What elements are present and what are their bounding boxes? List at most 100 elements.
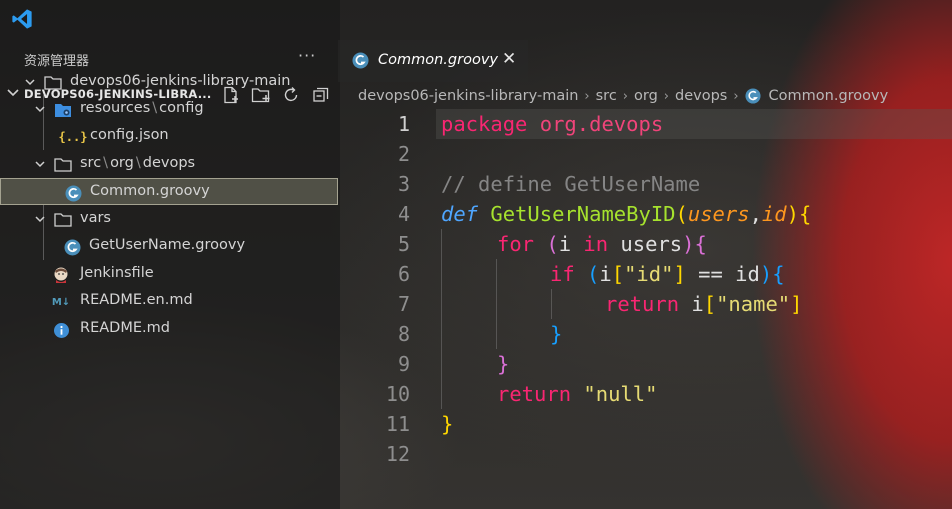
- tree-file-readme-en[interactable]: M↓ README.en.md: [0, 288, 338, 315]
- tree-label: Common.groovy: [90, 183, 210, 199]
- code-line-4: def GetUserNameByID(users,id){: [441, 199, 811, 229]
- chevron-right-icon: ›: [733, 88, 739, 104]
- tree-label: config: [159, 100, 204, 116]
- tree-label: src: [80, 155, 102, 171]
- tree-label: resources: [80, 100, 151, 116]
- line-number: 10: [385, 382, 410, 406]
- indent-guide: [496, 259, 497, 349]
- bracket: ): [759, 262, 773, 286]
- bracket: ]: [790, 292, 803, 316]
- tree-file-getusername-groovy[interactable]: GetUserName.groovy: [0, 233, 338, 260]
- tree-folder-root[interactable]: devops06-jenkins-library-main: [0, 69, 338, 96]
- line-number: 5: [397, 232, 410, 256]
- close-icon[interactable]: ✕: [502, 49, 516, 69]
- folder-icon: [54, 156, 72, 174]
- line-number: 12: [385, 442, 410, 466]
- tree-folder-src[interactable]: src \ org \ devops: [0, 151, 338, 178]
- keyword: in: [583, 232, 609, 256]
- editor-tab-common-groovy[interactable]: Common.groovy ✕: [338, 40, 528, 82]
- line-number: 8: [397, 322, 410, 346]
- breadcrumb-item[interactable]: devops06-jenkins-library-main: [358, 88, 578, 104]
- chevron-down-icon: [35, 106, 45, 113]
- line-number: 4: [397, 202, 410, 226]
- breadcrumb-item[interactable]: org: [634, 88, 658, 104]
- chevron-right-icon: ›: [622, 88, 628, 104]
- tree-label: Jenkinsfile: [80, 265, 154, 281]
- chevron-right-icon: ›: [663, 88, 669, 104]
- code-line-7: return i["name"]: [605, 289, 803, 319]
- code-line-3: // define GetUserName: [441, 169, 700, 199]
- tree-label: README.en.md: [80, 292, 193, 308]
- parameter: id: [761, 202, 787, 226]
- line-number: 1: [397, 112, 410, 136]
- line-number: 6: [397, 262, 410, 286]
- breadcrumb-item[interactable]: src: [596, 88, 617, 104]
- chevron-down-icon: [25, 79, 35, 86]
- breadcrumb: devops06-jenkins-library-main › src › or…: [358, 86, 888, 106]
- path-separator: \: [103, 155, 109, 171]
- string: "id": [624, 262, 674, 286]
- more-actions-icon[interactable]: ···: [298, 46, 316, 65]
- explorer-title: 资源管理器: [24, 54, 90, 69]
- code-line-6: if (i["id"] == id){: [550, 259, 785, 289]
- parameter: users: [687, 202, 750, 226]
- keyword: if: [550, 262, 575, 286]
- bracket: [: [703, 292, 717, 316]
- string: "name": [716, 292, 791, 316]
- code-line-10: return "null": [497, 379, 657, 409]
- path-separator: \: [135, 155, 141, 171]
- bracket: [: [611, 262, 625, 286]
- expression: == id: [685, 262, 760, 286]
- bracket: (: [675, 202, 688, 226]
- tree-folder-resources[interactable]: resources \ config: [0, 96, 338, 123]
- tree-file-readme[interactable]: README.md: [0, 316, 338, 343]
- bracket: {: [772, 262, 785, 286]
- code-line-1: package org.devops: [441, 109, 663, 139]
- keyword: for: [497, 232, 535, 256]
- punctuation: ,: [749, 202, 762, 226]
- bracket: ): [682, 232, 695, 256]
- keyword: return: [497, 382, 572, 406]
- tree-label: devops06-jenkins-library-main: [70, 73, 291, 89]
- function-name: GetUserNameByID: [490, 202, 676, 226]
- keyword: return: [605, 292, 680, 316]
- folder-icon: [44, 74, 62, 92]
- tree-file-common-groovy[interactable]: Common.groovy: [0, 178, 338, 205]
- tree-label: GetUserName.groovy: [89, 237, 246, 253]
- keyword: def: [441, 202, 479, 226]
- chevron-down-icon: [35, 216, 45, 223]
- line-number: 2: [397, 142, 410, 166]
- identifier: i: [679, 292, 704, 316]
- info-icon: [52, 321, 70, 339]
- line-number: 9: [397, 352, 410, 376]
- bracket: ]: [673, 262, 686, 286]
- line-number: 3: [397, 172, 410, 196]
- bracket: }: [550, 322, 563, 346]
- indent-guide: [551, 289, 552, 319]
- tree-label: vars: [80, 210, 111, 226]
- comment: // define GetUserName: [441, 172, 701, 196]
- bracket: }: [441, 412, 454, 436]
- tree-folder-vars[interactable]: vars: [0, 206, 338, 233]
- path-separator: \: [152, 100, 158, 116]
- breadcrumb-item[interactable]: Common.groovy: [769, 88, 889, 104]
- identifier: i: [558, 232, 584, 256]
- identifier: users: [608, 232, 683, 256]
- bracket: (: [546, 232, 559, 256]
- tree-file-config-json[interactable]: {..} config.json: [0, 123, 338, 150]
- tree-label: devops: [142, 155, 196, 171]
- bracket: ): [786, 202, 799, 226]
- bracket: {: [694, 232, 707, 256]
- groovy-file-icon: [63, 238, 81, 256]
- breadcrumb-item[interactable]: devops: [675, 88, 727, 104]
- groovy-file-icon: [745, 88, 761, 104]
- groovy-file-icon: [64, 184, 82, 202]
- bracket: }: [497, 352, 510, 376]
- config-folder-icon: [54, 101, 72, 119]
- keyword: package: [441, 112, 528, 136]
- tree-label: README.md: [80, 320, 170, 336]
- line-number: 11: [385, 412, 410, 436]
- string: "null": [571, 382, 658, 406]
- tree-file-jenkinsfile[interactable]: Jenkinsfile: [0, 261, 338, 288]
- chevron-down-icon: [35, 161, 45, 168]
